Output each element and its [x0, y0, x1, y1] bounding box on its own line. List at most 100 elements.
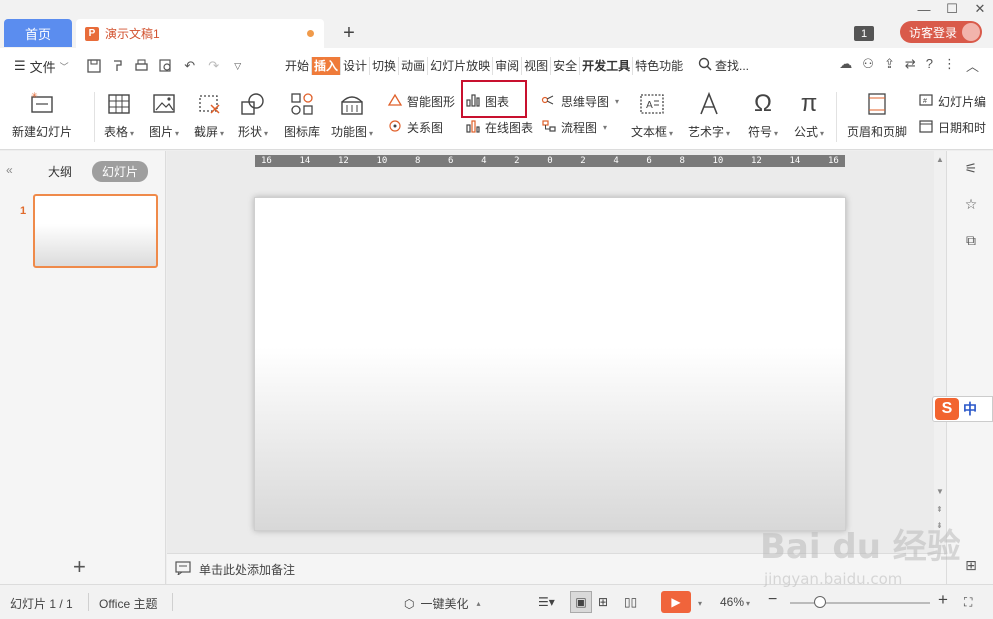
relation-chart-button[interactable]: 关系图: [387, 119, 443, 136]
tab-outline[interactable]: 大纲: [38, 161, 82, 182]
tab-features[interactable]: 特色功能: [633, 57, 685, 75]
apps-grid-icon[interactable]: ⊞: [962, 556, 980, 574]
maximize-button[interactable]: ☐: [945, 1, 959, 17]
tab-insert[interactable]: 插入: [312, 57, 342, 75]
search-button[interactable]: 查找...: [698, 57, 749, 74]
play-slideshow-button[interactable]: ▶: [661, 591, 691, 613]
command-icon[interactable]: ⇄: [905, 56, 916, 75]
date-time-button[interactable]: 日期和时: [918, 119, 986, 136]
picture-label: 图片: [149, 125, 174, 139]
cloud-icon[interactable]: ☁: [839, 56, 852, 75]
reading-view-icon[interactable]: ▯▯: [624, 595, 637, 609]
help-icon[interactable]: ?: [926, 56, 933, 75]
slide-sorter-icon[interactable]: ⊞: [598, 595, 608, 609]
tab-security[interactable]: 安全: [551, 57, 581, 75]
add-slide-button[interactable]: +: [73, 554, 86, 580]
beautify-button[interactable]: ⬡ 一键美化 ▴: [404, 595, 481, 612]
header-footer-button[interactable]: 页眉和页脚: [847, 84, 907, 140]
redo-icon[interactable]: ↷: [205, 57, 223, 75]
print-icon[interactable]: [133, 57, 151, 75]
slide-thumbnail[interactable]: [33, 194, 158, 268]
formula-button[interactable]: π 公式 ▾: [794, 84, 824, 140]
screenshot-button[interactable]: 截屏 ▾: [194, 84, 224, 140]
search-label: 查找...: [715, 59, 750, 73]
tab-document[interactable]: P 演示文稿1: [76, 19, 324, 48]
notes-view-icon[interactable]: ☰▾: [538, 595, 555, 609]
shape-button[interactable]: 形状 ▾: [238, 84, 268, 140]
svg-text:✳: ✳: [31, 92, 38, 100]
pi-icon: π: [800, 90, 818, 117]
tab-transition[interactable]: 切换: [370, 57, 400, 75]
smart-graphic-button[interactable]: 智能图形: [387, 93, 455, 110]
horizontal-ruler[interactable]: 16 14 12 10 8 6 4 2 0 2 4 6 8 10 12 14 16: [255, 155, 845, 167]
normal-view-icon[interactable]: ▣: [570, 591, 592, 613]
share-icon[interactable]: ⇪: [884, 56, 895, 75]
tab-slideshow[interactable]: 幻灯片放映: [428, 57, 494, 75]
slide-number-button[interactable]: # 幻灯片编: [918, 93, 986, 110]
more-icon[interactable]: ⋮: [943, 56, 956, 75]
symbol-label: 符号: [748, 125, 773, 139]
icon-library-button[interactable]: 图标库: [284, 84, 320, 140]
zoom-slider[interactable]: [790, 596, 930, 608]
play-icon: ▶: [671, 595, 681, 609]
tab-developer[interactable]: 开发工具: [580, 57, 634, 75]
mind-map-button[interactable]: 思维导图 ▾: [541, 93, 619, 110]
tab-home[interactable]: 首页: [4, 19, 72, 47]
table-button[interactable]: 表格 ▾: [104, 84, 134, 140]
zoom-out-button[interactable]: −: [768, 591, 777, 609]
transition-icon[interactable]: ⧉: [962, 231, 980, 249]
zoom-in-button[interactable]: +: [938, 590, 948, 610]
textbox-button[interactable]: A 文本框 ▾: [631, 84, 673, 140]
file-menu[interactable]: ☰ 文件 ﹀: [14, 57, 69, 76]
print-preview-icon[interactable]: [157, 57, 175, 75]
header-footer-icon: [867, 90, 887, 118]
visitor-login-button[interactable]: 访客登录: [900, 21, 982, 43]
online-chart-button[interactable]: 在线图表: [465, 119, 533, 136]
scroll-down-arrow[interactable]: ▼: [936, 487, 944, 496]
icon-library-icon: [290, 90, 314, 118]
zoom-value[interactable]: 46% ▾: [720, 595, 750, 609]
tab-animation[interactable]: 动画: [399, 57, 429, 75]
picture-button[interactable]: 图片 ▾: [149, 84, 179, 140]
undo-icon[interactable]: ↶: [181, 57, 199, 75]
collaborate-icon[interactable]: ⚇: [862, 56, 874, 75]
tab-view[interactable]: 视图: [522, 57, 552, 75]
minimize-button[interactable]: —: [917, 2, 931, 17]
zoom-slider-handle[interactable]: [814, 596, 826, 608]
play-options-caret[interactable]: ▾: [696, 595, 702, 609]
vertical-scrollbar[interactable]: ▲ ▼ ⇞ ⇟: [934, 151, 946, 553]
new-slide-button[interactable]: ✳ 新建幻灯片: [12, 84, 72, 140]
flowchart-button[interactable]: 流程图 ▾: [541, 119, 607, 136]
wordart-button[interactable]: 艺术字 ▾: [688, 84, 730, 140]
new-tab-button[interactable]: +: [338, 20, 360, 46]
collapse-panel-icon[interactable]: «: [6, 163, 13, 177]
tab-review[interactable]: 审阅: [493, 57, 523, 75]
divider: [94, 92, 95, 142]
slide-canvas[interactable]: [254, 197, 846, 531]
slide-number-label: 幻灯片编: [938, 95, 987, 109]
tab-design[interactable]: 设计: [341, 57, 371, 75]
theme-name[interactable]: Office 主题: [99, 595, 157, 612]
save-icon[interactable]: [85, 57, 103, 75]
scroll-up-arrow[interactable]: ▲: [936, 155, 944, 164]
smart-graphic-label: 智能图形: [407, 95, 456, 109]
customize-toolbar-icon[interactable]: ▽: [229, 57, 247, 75]
ruler-tick-label: 0: [547, 156, 553, 166]
window-count-badge[interactable]: 1: [854, 26, 874, 41]
function-chart-button[interactable]: 功能图 ▾: [331, 84, 373, 140]
format-painter-icon[interactable]: [109, 57, 127, 75]
tab-slides[interactable]: 幻灯片: [92, 161, 149, 182]
symbol-button[interactable]: Ω 符号 ▾: [748, 84, 778, 140]
fit-window-icon[interactable]: ⛶: [964, 595, 972, 610]
close-button[interactable]: ✕: [973, 1, 987, 17]
ime-toolbar[interactable]: S 中: [932, 396, 993, 422]
ruler-ticks: 16 14 12 10 8 6 4 2 0 2 4 6 8 10 12 14 16: [255, 155, 845, 167]
new-slide-icon: ✳: [29, 90, 55, 118]
collapse-ribbon-icon[interactable]: ︿: [966, 56, 979, 75]
textbox-icon: A: [639, 90, 665, 118]
properties-icon[interactable]: ⚟: [962, 159, 980, 177]
ime-language[interactable]: 中: [963, 399, 977, 419]
animation-icon[interactable]: ☆: [962, 195, 980, 213]
tab-start[interactable]: 开始: [283, 57, 313, 75]
picture-icon: [152, 90, 176, 118]
